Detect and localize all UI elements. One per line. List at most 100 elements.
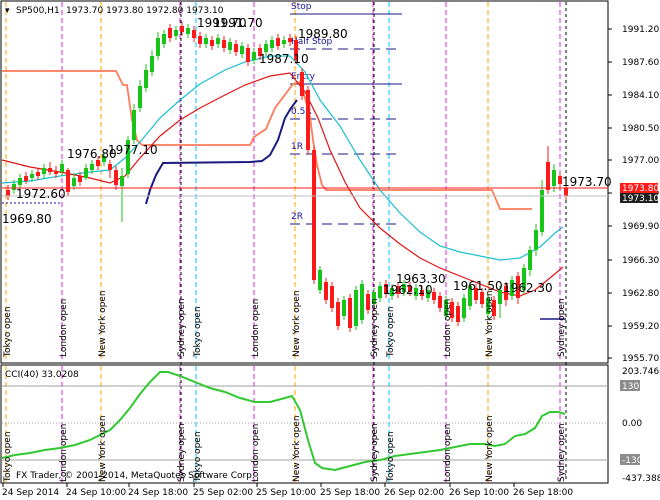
candle-body — [546, 162, 550, 190]
time-tick-label: 26 Sep 18:00 — [513, 488, 573, 498]
candle-body — [30, 174, 34, 178]
candle-body — [222, 40, 226, 48]
candle-body — [186, 28, 190, 34]
level-label: Stop — [291, 2, 312, 12]
candle-body — [144, 70, 148, 88]
candle-body — [564, 188, 568, 196]
session-label-cci: New York open — [485, 415, 495, 482]
candle-body — [168, 28, 172, 38]
candle-body — [72, 178, 76, 186]
price-label: 1972.60 — [16, 187, 66, 201]
session-label: New York open — [292, 290, 302, 357]
candle-body — [162, 34, 166, 44]
price-tick-label: 1984.10 — [622, 91, 659, 101]
session-label-cci: London open — [443, 424, 453, 482]
candle-body — [288, 38, 292, 42]
price-tick-label: 1955.70 — [622, 354, 659, 364]
session-label: Tokyo open — [3, 306, 13, 358]
session-label: Sydney open — [370, 298, 380, 357]
session-label: Sydney open — [557, 298, 567, 357]
cci-tick-label: 130 — [622, 382, 639, 392]
candle-body — [246, 48, 250, 62]
price-label: 1969.80 — [2, 212, 52, 226]
candle-body — [342, 300, 346, 316]
session-label: Tokyo open — [386, 306, 396, 358]
session-label: London open — [251, 299, 261, 357]
price-label: 1962.10 — [383, 283, 433, 297]
time-tick-label: 25 Sep 18:00 — [320, 488, 380, 498]
ohlc-values: 1973.70 1973.80 1972.80 1973.10 — [66, 6, 224, 16]
candle-body — [84, 168, 88, 178]
price-tick-label: 1969.90 — [622, 222, 659, 232]
price-tick-label: 1980.50 — [622, 124, 659, 134]
time-tick-label: 24 Sep 2014 — [2, 488, 59, 498]
candle-body — [120, 176, 124, 186]
session-label: New York open — [98, 290, 108, 357]
candle-body — [216, 38, 220, 44]
cci-tick-label: 0.00 — [622, 419, 642, 429]
session-label: London open — [59, 299, 69, 357]
price-tick-label: 1977.00 — [622, 156, 659, 166]
candle-body — [552, 170, 556, 186]
candle-body — [306, 90, 310, 150]
time-tick-label: 24 Sep 10:00 — [66, 488, 126, 498]
candle-body — [438, 296, 442, 308]
session-label-cci: Tokyo open — [3, 431, 13, 483]
header-triangle-icon: ▾ — [5, 6, 10, 16]
cci-tick-label: -437.3884 — [622, 474, 660, 484]
candle-body — [18, 178, 22, 185]
price-tick-label: 1991.20 — [622, 25, 659, 35]
candle-body — [204, 38, 208, 44]
symbol-timeframe: SP500,H1 — [16, 6, 60, 16]
price-label: 1962.30 — [503, 281, 553, 295]
session-label-cci: Sydney open — [370, 423, 380, 482]
candle-body — [54, 172, 58, 174]
price-tick-label: 1987.60 — [622, 58, 659, 68]
candle-body — [378, 286, 382, 298]
candle-body — [180, 26, 184, 32]
candle-body — [270, 40, 274, 48]
candle-body — [198, 36, 202, 44]
candle-body — [210, 40, 214, 46]
candle-body — [90, 164, 94, 170]
level-label: 2R — [291, 212, 303, 222]
candle-body — [78, 176, 82, 182]
time-tick-label: 26 Sep 02:00 — [384, 488, 444, 498]
price-label: 1991.70 — [213, 16, 263, 30]
session-label-cci: Tokyo open — [386, 431, 396, 483]
candle-body — [108, 164, 112, 170]
price-label: 1961.50 — [453, 279, 503, 293]
level-label: 1R — [291, 142, 303, 152]
candle-body — [24, 176, 28, 181]
time-tick-label: 25 Sep 02:00 — [193, 488, 253, 498]
session-label: London open — [443, 299, 453, 357]
chart-canvas[interactable]: StopHalf StopEntry0.5R1R2R 1991.701991.7… — [0, 0, 660, 500]
candle-body — [318, 270, 322, 290]
candle-body — [480, 292, 484, 304]
candle-body — [174, 30, 178, 36]
candle-body — [114, 170, 118, 185]
candle-body — [330, 286, 334, 308]
cci-tick-label: -130 — [622, 456, 643, 466]
candle-body — [60, 164, 64, 172]
candle-body — [138, 86, 142, 108]
candle-body — [156, 38, 160, 56]
candle-body — [240, 46, 244, 54]
cci-header: CCI(40) 33.0208 — [5, 370, 79, 380]
candle-body — [282, 40, 286, 44]
price-tick-label: 1962.80 — [622, 289, 659, 299]
candle-body — [276, 38, 280, 46]
candle-body — [348, 298, 352, 328]
price-tick-label: 1959.20 — [622, 322, 659, 332]
time-tick-label: 26 Sep 10:00 — [449, 488, 509, 498]
copyright-text: FX Trader, © 2001-2014, MetaQuotes Softw… — [16, 471, 255, 481]
price-label: 1977.10 — [108, 143, 158, 157]
cci-tick-label: 203.746 — [622, 367, 659, 377]
candle-body — [336, 302, 340, 326]
candle-body — [132, 110, 136, 140]
candle-body — [300, 72, 304, 96]
session-label: Sydney open — [177, 298, 187, 357]
candle-body — [354, 290, 358, 326]
candle-body — [66, 170, 70, 192]
candle-body — [6, 190, 10, 196]
